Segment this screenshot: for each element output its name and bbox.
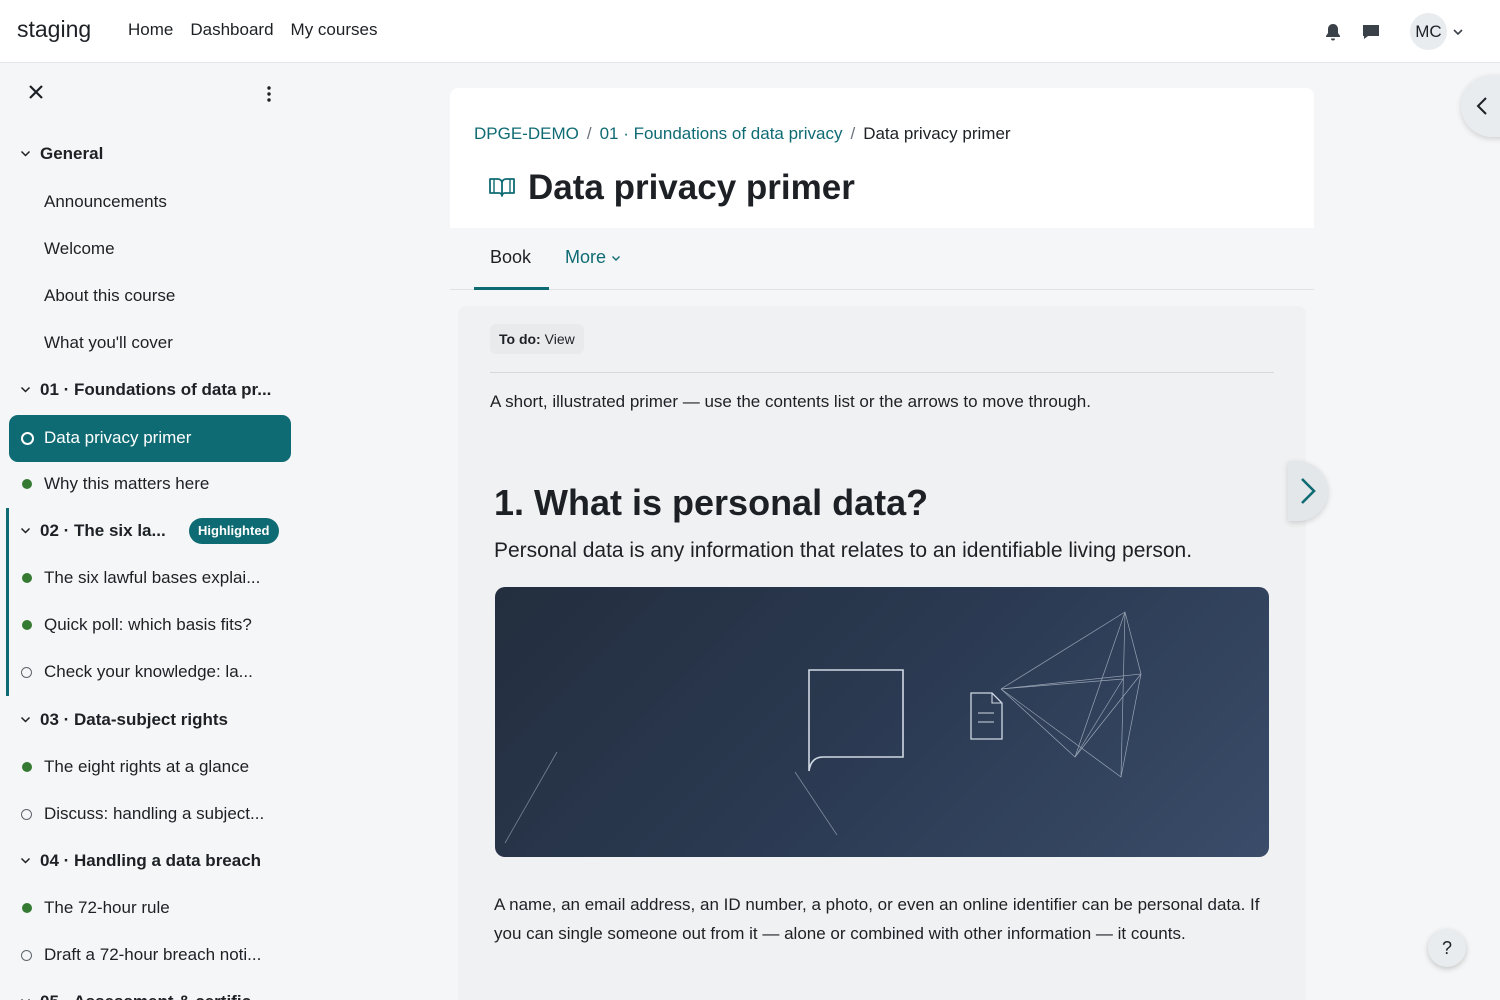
top-navbar: staging Home Dashboard My courses MC — [0, 0, 1500, 63]
section-01-foundations[interactable]: 01 · Foundations of data pr... — [0, 370, 300, 410]
nav-my-courses-link[interactable]: My courses — [291, 20, 378, 40]
item-label: Check your knowledge: la... — [44, 662, 253, 681]
secondary-navigation: Book More — [450, 228, 1314, 290]
chapter-body: A name, an email address, an ID number, … — [494, 895, 1260, 943]
block-drawer-toggle[interactable] — [1461, 75, 1500, 137]
chapter-lead: Personal data is any information that re… — [494, 539, 1193, 562]
breadcrumb-section-link[interactable]: 01 · Foundations of data privacy — [600, 124, 843, 143]
course-item-about[interactable]: About this course — [0, 276, 300, 316]
chevron-down-icon[interactable] — [20, 384, 31, 395]
breadcrumb: DPGE-DEMO / 01 · Foundations of data priva… — [474, 124, 1011, 144]
site-brand[interactable]: staging — [17, 16, 91, 43]
section-label: 02 · The six la... — [40, 521, 166, 540]
course-item-welcome[interactable]: Welcome — [0, 229, 300, 269]
breadcrumb-current: Data privacy primer — [863, 124, 1011, 143]
incomplete-status-icon — [21, 432, 34, 445]
course-item-check-knowledge[interactable]: Check your knowledge: la... — [0, 652, 300, 692]
section-04-data-breach[interactable]: 04 · Handling a data breach — [0, 841, 300, 881]
chevron-down-icon[interactable] — [20, 855, 31, 866]
complete-status-icon — [22, 479, 32, 489]
chevron-down-icon[interactable] — [20, 148, 31, 159]
next-chapter-button[interactable] — [1288, 461, 1328, 521]
section-label: General — [40, 144, 104, 163]
item-label: Draft a 72-hour breach noti... — [44, 945, 262, 964]
page-header: DPGE-DEMO / 01 · Foundations of data priva… — [450, 88, 1314, 228]
course-item-why-this-matters[interactable]: Why this matters here — [0, 464, 300, 504]
chapter-illustration — [495, 587, 1269, 857]
item-label: Welcome — [44, 239, 115, 258]
bell-icon[interactable] — [1323, 22, 1343, 42]
incomplete-status-icon — [21, 809, 32, 820]
course-item-six-lawful-bases[interactable]: The six lawful bases explai... — [0, 558, 300, 598]
chevron-right-icon — [1301, 478, 1316, 504]
course-index-drawer: General Announcements Welcome About this… — [0, 64, 300, 1000]
course-item-draft-breach-notice[interactable]: Draft a 72-hour breach noti... — [0, 935, 300, 975]
personal-data-illustration — [504, 611, 1142, 844]
complete-status-icon — [22, 573, 32, 583]
tab-more[interactable]: More — [565, 247, 621, 268]
active-tab-indicator — [474, 287, 549, 290]
chevron-left-icon — [1476, 97, 1487, 115]
book-icon — [489, 178, 515, 197]
section-general[interactable]: General — [0, 134, 300, 174]
item-label: The 72-hour rule — [44, 898, 170, 917]
item-label: Quick poll: which basis fits? — [44, 615, 252, 634]
item-label: Discuss: handling a subject... — [44, 804, 265, 823]
incomplete-status-icon — [21, 950, 32, 961]
nav-dashboard-link[interactable]: Dashboard — [190, 20, 273, 40]
todo-label: To do: — [499, 331, 541, 347]
book-content: To do: View A short, illustrated primer … — [458, 306, 1306, 1000]
item-label: About this course — [44, 286, 176, 305]
chevron-down-icon[interactable] — [20, 996, 31, 1000]
course-item-quick-poll[interactable]: Quick poll: which basis fits? — [0, 605, 300, 645]
item-label: The eight rights at a glance — [44, 757, 250, 776]
section-label: 03 · Data-subject rights — [40, 710, 228, 729]
course-item-72-hour-rule[interactable]: The 72-hour rule — [0, 888, 300, 928]
complete-status-icon — [22, 762, 32, 772]
chevron-down-icon[interactable] — [20, 525, 31, 536]
item-label: Why this matters here — [44, 474, 210, 493]
chevron-down-icon — [612, 256, 621, 261]
complete-status-icon — [22, 903, 32, 913]
course-item-announcements[interactable]: Announcements — [0, 182, 300, 222]
user-avatar[interactable]: MC — [1410, 13, 1447, 50]
breadcrumb-separator: / — [850, 124, 856, 143]
section-label: 05 · Assessment & certific... — [40, 992, 265, 1000]
breadcrumb-separator: / — [586, 124, 592, 143]
incomplete-status-icon — [21, 667, 32, 678]
page-title: Data privacy primer — [528, 168, 855, 207]
section-05-assessment[interactable]: 05 · Assessment & certific... — [0, 982, 300, 1000]
divider — [490, 372, 1274, 373]
chevron-down-icon[interactable] — [1452, 26, 1464, 38]
item-label: Announcements — [44, 192, 167, 211]
breadcrumb-course-link[interactable]: DPGE-DEMO — [474, 124, 579, 143]
chapter-title: 1. What is personal data? — [494, 482, 929, 523]
kebab-menu-icon[interactable] — [264, 85, 274, 103]
book-intro: A short, illustrated primer — use the co… — [490, 392, 1091, 411]
primary-navigation: Home Dashboard My courses — [128, 20, 377, 40]
close-icon[interactable] — [27, 83, 45, 101]
section-label: 04 · Handling a data breach — [40, 851, 262, 870]
section-02-lawful-bases[interactable]: 02 · The six la... Highlighted — [0, 511, 300, 551]
course-item-eight-rights[interactable]: The eight rights at a glance — [0, 747, 300, 787]
chevron-down-icon[interactable] — [20, 714, 31, 725]
help-button[interactable]: ? — [1428, 929, 1466, 967]
section-label: 01 · Foundations of data pr... — [40, 380, 272, 399]
complete-status-icon — [22, 620, 32, 630]
course-item-data-privacy-primer[interactable]: Data privacy primer — [9, 415, 291, 462]
highlighted-badge: Highlighted — [189, 518, 279, 544]
nav-home-link[interactable]: Home — [128, 20, 173, 40]
item-label: What you'll cover — [44, 333, 173, 352]
course-item-discuss-subject[interactable]: Discuss: handling a subject... — [0, 794, 300, 834]
item-label: Data privacy primer — [44, 428, 192, 447]
tab-book[interactable]: Book — [490, 247, 531, 268]
todo-value: View — [544, 331, 575, 347]
section-03-data-subject-rights[interactable]: 03 · Data-subject rights — [0, 700, 300, 740]
messages-icon[interactable] — [1361, 22, 1381, 42]
course-item-what-youll-cover[interactable]: What you'll cover — [0, 323, 300, 363]
item-label: The six lawful bases explai... — [44, 568, 261, 587]
completion-requirement-badge: To do: View — [490, 324, 584, 354]
tab-more-label: More — [565, 247, 607, 267]
